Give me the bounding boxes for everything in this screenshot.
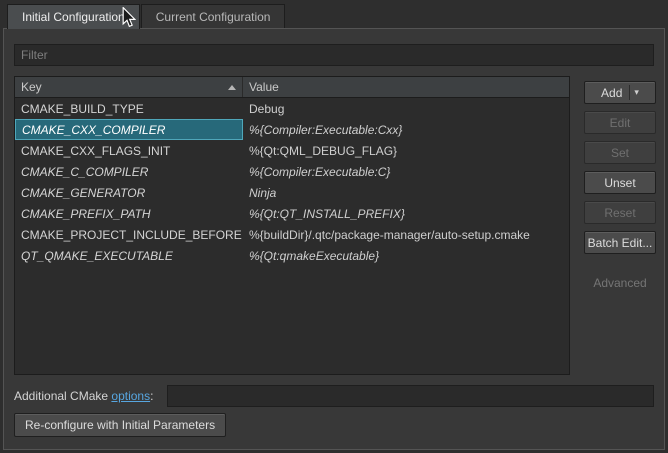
additional-cmake-options-prefix: Additional CMake (14, 389, 111, 403)
cmake-configuration-window: Initial Configuration Current Configurat… (0, 0, 668, 453)
set-button[interactable]: Set (584, 141, 656, 164)
advanced-toggle[interactable]: Advanced (584, 276, 656, 290)
key-cell[interactable]: CMAKE_PROJECT_INCLUDE_BEFORE (15, 224, 243, 245)
key-cell[interactable]: CMAKE_GENERATOR (15, 182, 243, 203)
batch-edit-button-label: Batch Edit... (588, 236, 653, 250)
add-button[interactable]: Add ▾ (584, 81, 656, 104)
options-link[interactable]: options (111, 389, 150, 403)
unset-button[interactable]: Unset (584, 171, 656, 194)
key-cell[interactable]: CMAKE_BUILD_TYPE (15, 98, 243, 119)
table-row[interactable]: CMAKE_CXX_FLAGS_INIT %{Qt:QML_DEBUG_FLAG… (15, 140, 569, 161)
value-cell[interactable]: %{Qt:qmakeExecutable} (243, 245, 569, 266)
batch-edit-button[interactable]: Batch Edit... (584, 231, 656, 254)
edit-button-label: Edit (610, 116, 631, 130)
column-header-value-label: Value (249, 80, 279, 94)
additional-cmake-options-input[interactable] (167, 385, 654, 407)
key-cell[interactable]: CMAKE_PREFIX_PATH (15, 203, 243, 224)
add-button-separator (629, 85, 630, 100)
key-cell[interactable]: QT_QMAKE_EXECUTABLE (15, 245, 243, 266)
table-row[interactable]: CMAKE_GENERATOR Ninja (15, 182, 569, 203)
value-cell[interactable]: %{Compiler:Executable:Cxx} (243, 119, 569, 140)
configuration-tabbar: Initial Configuration Current Configurat… (7, 4, 286, 29)
tab-initial-configuration[interactable]: Initial Configuration (7, 4, 140, 29)
additional-cmake-options-label: Additional CMake options: (14, 389, 153, 403)
sort-ascending-icon (228, 85, 236, 90)
table-row[interactable]: CMAKE_BUILD_TYPE Debug (15, 98, 569, 119)
add-button-label: Add (601, 86, 622, 100)
set-button-label: Set (611, 146, 629, 160)
column-header-key-label: Key (21, 80, 42, 94)
table-row[interactable]: QT_QMAKE_EXECUTABLE %{Qt:qmakeExecutable… (15, 245, 569, 266)
value-cell[interactable]: Debug (243, 98, 569, 119)
table-row[interactable]: CMAKE_CXX_COMPILER %{Compiler:Executable… (15, 119, 569, 140)
value-cell[interactable]: %{Compiler:Executable:C} (243, 161, 569, 182)
value-cell[interactable]: %{Qt:QML_DEBUG_FLAG} (243, 140, 569, 161)
key-cell[interactable]: CMAKE_CXX_FLAGS_INIT (15, 140, 243, 161)
reset-button[interactable]: Reset (584, 201, 656, 224)
table-row[interactable]: CMAKE_C_COMPILER %{Compiler:Executable:C… (15, 161, 569, 182)
chevron-down-icon[interactable]: ▾ (634, 88, 639, 97)
tab-current-configuration[interactable]: Current Configuration (141, 4, 286, 28)
unset-button-label: Unset (604, 176, 635, 190)
column-header-key[interactable]: Key (15, 77, 243, 97)
column-header-value[interactable]: Value (243, 77, 569, 97)
table-header: Key Value (15, 77, 569, 98)
tab-initial-configuration-label: Initial Configuration (22, 10, 125, 24)
additional-cmake-options-suffix: : (150, 389, 153, 403)
value-cell[interactable]: %{Qt:QT_INSTALL_PREFIX} (243, 203, 569, 224)
table-body: CMAKE_BUILD_TYPE Debug CMAKE_CXX_COMPILE… (15, 98, 569, 374)
reset-button-label: Reset (604, 206, 635, 220)
key-cell[interactable]: CMAKE_CXX_COMPILER (15, 119, 243, 140)
filter-input[interactable] (14, 44, 654, 66)
edit-button[interactable]: Edit (584, 111, 656, 134)
reconfigure-button[interactable]: Re-configure with Initial Parameters (14, 413, 226, 437)
key-cell[interactable]: CMAKE_C_COMPILER (15, 161, 243, 182)
table-row[interactable]: CMAKE_PROJECT_INCLUDE_BEFORE %{buildDir}… (15, 224, 569, 245)
table-row[interactable]: CMAKE_PREFIX_PATH %{Qt:QT_INSTALL_PREFIX… (15, 203, 569, 224)
tab-current-configuration-label: Current Configuration (156, 10, 271, 24)
cmake-variables-table: Key Value CMAKE_BUILD_TYPE Debug CMAKE_C… (14, 76, 570, 375)
reconfigure-button-label: Re-configure with Initial Parameters (25, 418, 215, 432)
value-cell[interactable]: %{buildDir}/.qtc/package-manager/auto-se… (243, 224, 569, 245)
value-cell[interactable]: Ninja (243, 182, 569, 203)
